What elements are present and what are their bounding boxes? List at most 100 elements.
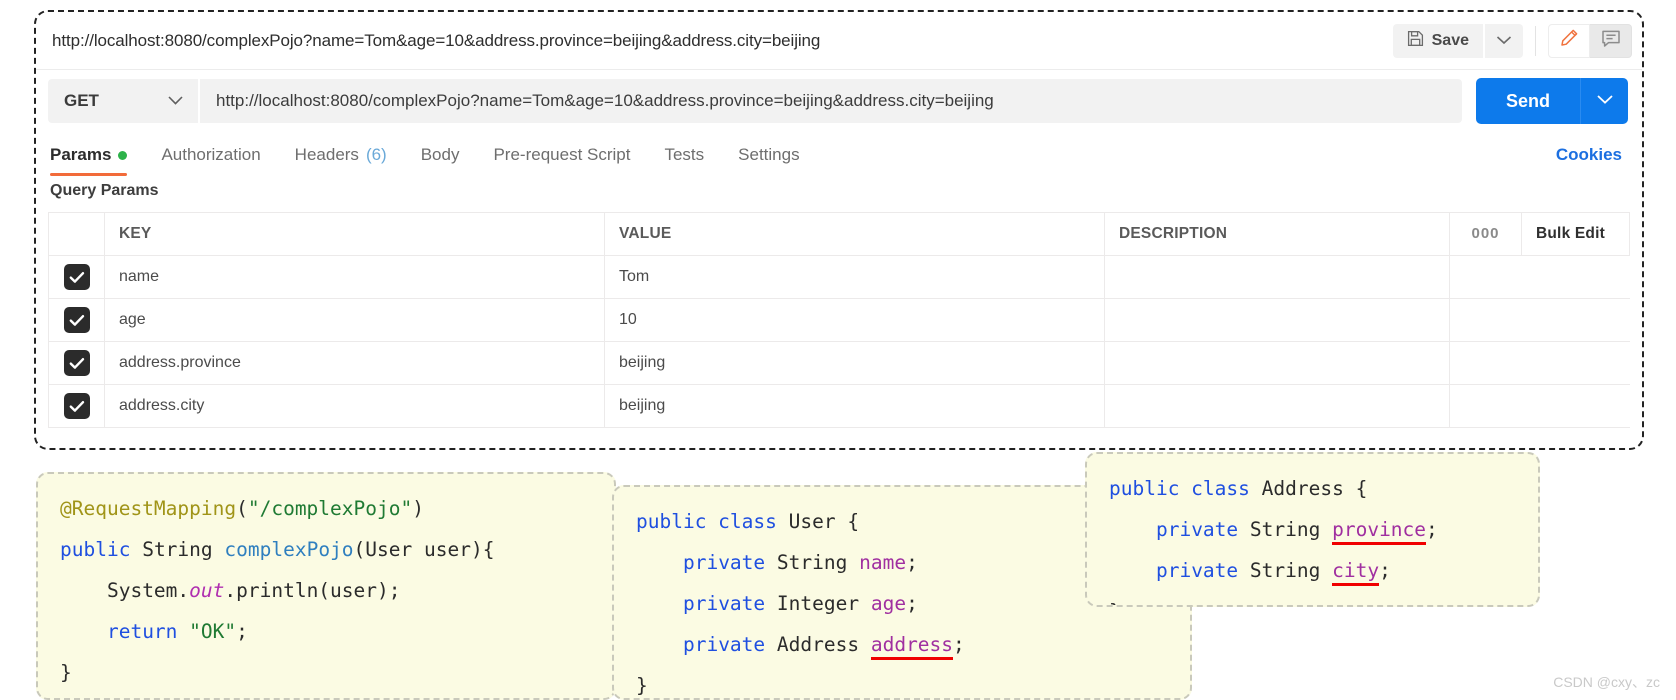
col-key: KEY (104, 212, 605, 256)
param-key-cell[interactable]: age (104, 298, 605, 342)
row-enabled-checkbox[interactable] (63, 264, 90, 290)
row-enabled-checkbox[interactable] (63, 307, 90, 333)
request-title-bar: http://localhost:8080/complexPojo?name=T… (36, 12, 1642, 70)
tab-body[interactable]: Body (421, 134, 460, 176)
tab-tests-label: Tests (664, 145, 705, 164)
table-row: address.province beijing (48, 341, 1630, 385)
tab-authorization-label: Authorization (161, 145, 261, 164)
watermark: CSDN @cxy、zc (1553, 674, 1660, 690)
url-input[interactable]: http://localhost:8080/complexPojo?name=T… (200, 79, 1462, 123)
table-row: name Tom (48, 255, 1630, 299)
tab-headers-label: Headers (294, 145, 359, 164)
code-field-type-string: String (1249, 518, 1321, 541)
chevron-down-icon (1596, 92, 1614, 110)
params-modified-dot-icon (118, 150, 128, 160)
param-key-cell[interactable]: address.province (104, 341, 605, 385)
code-keyword-private: private (682, 633, 766, 656)
comment-icon (1601, 29, 1621, 53)
code-static-out: out (189, 579, 225, 602)
row-enabled-checkbox[interactable] (63, 393, 90, 419)
param-value-cell[interactable]: beijing (604, 341, 1105, 385)
http-method-select[interactable]: GET (48, 79, 198, 123)
send-options-caret[interactable] (1580, 78, 1628, 124)
code-field-type-integer: Integer (776, 592, 860, 615)
tab-params-label: Params (50, 145, 112, 164)
code-paren-close: ) (412, 497, 424, 520)
row-enabled-checkbox[interactable] (63, 350, 90, 376)
param-row-spacer-cell (1449, 298, 1630, 342)
param-description-cell[interactable] (1104, 384, 1450, 428)
col-more-options[interactable]: 000 (1449, 212, 1522, 256)
param-description-cell[interactable] (1104, 341, 1450, 385)
code-return-type: String (142, 538, 213, 561)
tab-settings[interactable]: Settings (738, 134, 799, 176)
param-value-cell[interactable]: 10 (604, 298, 1105, 342)
tab-params[interactable]: Params (50, 134, 128, 176)
code-brace-open: { (482, 538, 495, 561)
screenshot-root: http://localhost:8080/complexPojo?name=T… (0, 0, 1676, 700)
tab-settings-label: Settings (738, 145, 800, 164)
tab-pre-request-script[interactable]: Pre-request Script (493, 134, 630, 176)
table-row: age 10 (48, 298, 1630, 342)
code-brace-close: } (1109, 600, 1121, 605)
code-field-type-address: Address (776, 633, 860, 656)
code-card-controller: @RequestMapping("/complexPojo") public S… (36, 472, 616, 700)
bulk-edit-button[interactable]: Bulk Edit (1521, 212, 1630, 256)
param-description-cell[interactable] (1104, 298, 1450, 342)
code-semicolon: ; (236, 620, 248, 643)
edit-button[interactable] (1548, 23, 1590, 58)
tab-headers-count: (6) (365, 145, 387, 164)
tab-headers[interactable]: Headers (6) (295, 134, 387, 176)
col-checkbox (48, 212, 105, 256)
cookies-link[interactable]: Cookies (1556, 145, 1622, 165)
code-class-name-user: User (788, 510, 836, 533)
code-keyword-public: public (60, 538, 131, 561)
param-row-spacer-cell (1449, 341, 1630, 385)
url-bar: GET http://localhost:8080/complexPojo?na… (36, 70, 1642, 132)
chevron-down-icon (1496, 32, 1512, 50)
code-card-address: public class Address { private String pr… (1085, 452, 1540, 607)
row-checkbox-cell (48, 255, 105, 299)
row-checkbox-cell (48, 384, 105, 428)
code-brace-close: } (60, 661, 72, 684)
row-checkbox-cell (48, 341, 105, 385)
code-keyword-private: private (1155, 518, 1239, 541)
tab-authorization[interactable]: Authorization (161, 134, 260, 176)
save-options-caret[interactable] (1485, 23, 1523, 58)
param-key-cell[interactable]: address.city (104, 384, 605, 428)
param-description-cell[interactable] (1104, 255, 1450, 299)
param-value-cell[interactable]: beijing (604, 384, 1105, 428)
request-tabs: Params Authorization Headers (6) Body Pr… (36, 134, 1642, 176)
save-icon (1407, 30, 1424, 52)
param-row-spacer-cell (1449, 384, 1630, 428)
tab-pre-request-script-label: Pre-request Script (493, 145, 631, 164)
param-key-cell[interactable]: name (104, 255, 605, 299)
code-method-name: complexPojo (224, 538, 354, 561)
code-mapping-path: "/complexPojo" (247, 497, 413, 520)
toolbar-divider (1535, 25, 1536, 56)
save-button[interactable]: Save (1392, 23, 1483, 58)
code-keyword-public-class: public class (636, 510, 777, 533)
code-class-name-address: Address (1261, 477, 1344, 500)
send-button[interactable]: Send (1475, 78, 1580, 124)
code-system-ref: System. (106, 579, 190, 602)
code-keyword-private: private (1155, 559, 1239, 582)
http-method-value: GET (64, 91, 99, 110)
comment-button[interactable] (1590, 23, 1632, 58)
code-annotation: @RequestMapping (60, 497, 237, 520)
code-println-call: .println(user); (224, 579, 401, 602)
chevron-down-icon (167, 91, 184, 111)
param-value-cell[interactable]: Tom (604, 255, 1105, 299)
send-button-group: Send (1475, 78, 1628, 124)
code-field-name-highlighted: address (870, 633, 954, 660)
code-brace-open: { (847, 510, 860, 533)
tab-tests[interactable]: Tests (664, 134, 704, 176)
code-keyword-public-class: public class (1109, 477, 1250, 500)
more-options-icon: 000 (1471, 225, 1500, 242)
code-keyword-private: private (682, 592, 766, 615)
code-method-args: (User user) (353, 538, 483, 561)
param-row-spacer-cell (1449, 255, 1630, 299)
code-field-type-string: String (776, 551, 848, 574)
postman-request-panel: http://localhost:8080/complexPojo?name=T… (34, 10, 1644, 450)
save-button-label: Save (1431, 31, 1469, 49)
